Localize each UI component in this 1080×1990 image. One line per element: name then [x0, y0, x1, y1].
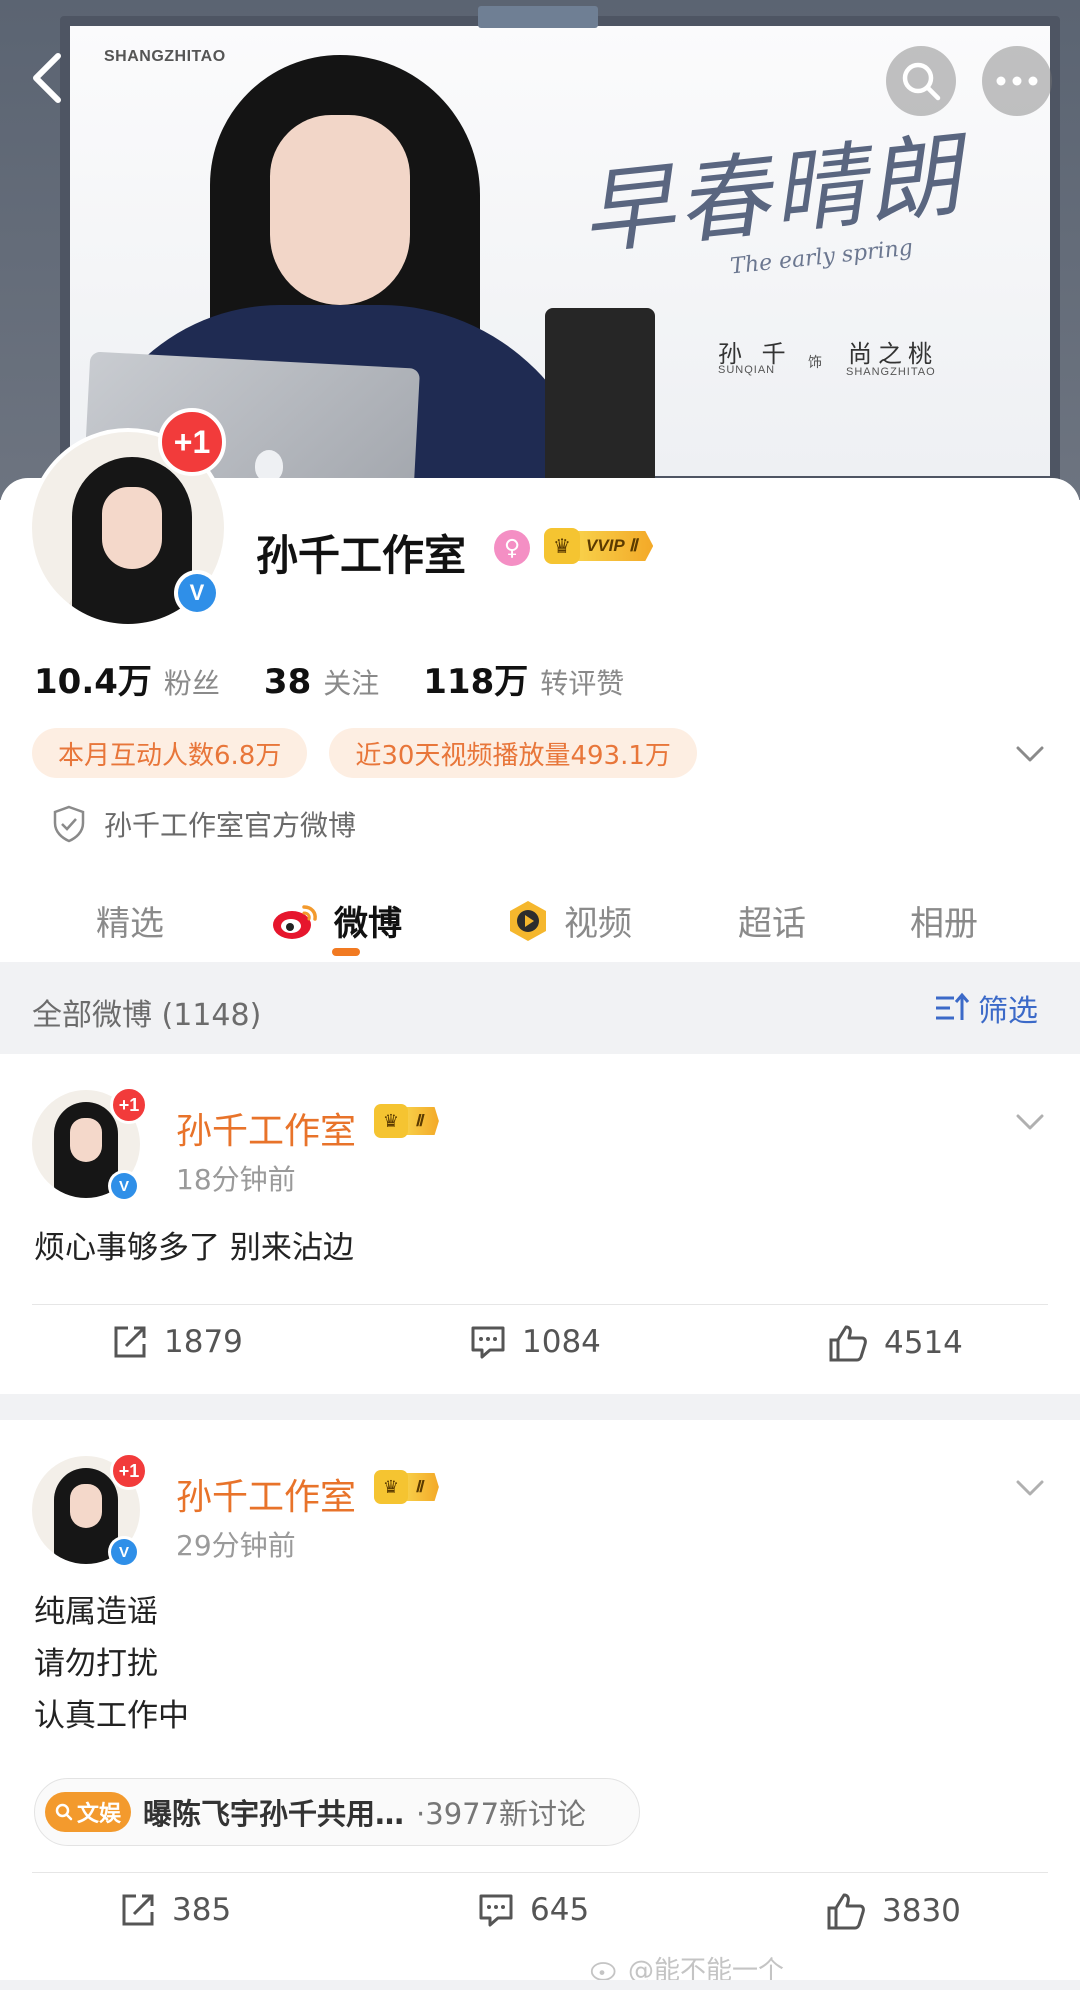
- topic-category-tag: 文娱: [45, 1792, 132, 1832]
- all-posts-count: 全部微博 (1148): [32, 998, 262, 1033]
- comment-icon: [479, 1894, 513, 1927]
- verified-v-icon: V: [111, 1173, 137, 1199]
- shield-icon: [53, 805, 85, 843]
- post-text: 纯属造谣 请勿打扰 认真工作中: [34, 1594, 189, 1734]
- post-vip-level: Ⅱ: [403, 1107, 439, 1135]
- tab-weibo[interactable]: 微博: [270, 896, 402, 945]
- repost-button[interactable]: 385: [120, 1892, 231, 1928]
- chevron-down-icon: [1016, 1480, 1044, 1496]
- post-actions: 1879 1084 4514: [0, 1304, 1080, 1394]
- monthly-interaction-chip[interactable]: 本月互动人数6.8万: [32, 728, 308, 778]
- post-author-name[interactable]: 孙千工作室: [176, 1102, 356, 1154]
- search-icon: [902, 62, 941, 101]
- filter-button[interactable]: 筛选: [934, 986, 1038, 1030]
- like-button[interactable]: 4514: [828, 1324, 963, 1362]
- board-clip: [478, 6, 598, 28]
- post-text: 烦心事够多了 别来沾边: [34, 1230, 354, 1266]
- post-separator: [0, 1394, 1080, 1420]
- vvip-badge[interactable]: ♛ VVIP Ⅱ: [544, 528, 654, 564]
- post-vip-level: Ⅱ: [403, 1473, 439, 1501]
- topic-title: 曝陈飞宇孙千共用…: [143, 1797, 405, 1831]
- post-verified-badge: V: [108, 1536, 140, 1568]
- official-text: 孙千工作室官方微博: [104, 809, 357, 842]
- expand-profile-button[interactable]: [1012, 736, 1048, 772]
- topic-discussion-count: ·3977新讨论: [416, 1797, 587, 1831]
- video-plays-chip[interactable]: 近30天视频播放量493.1万: [329, 728, 697, 778]
- stat-followers[interactable]: 10.4万 粉丝: [34, 654, 220, 703]
- post-time: 29分钟前: [176, 1529, 296, 1562]
- role-pinyin: SHANGZHITAO: [846, 366, 936, 378]
- official-verification: 孙千工作室官方微博: [52, 804, 356, 844]
- chevron-left-icon: [33, 53, 61, 103]
- weibo-logo-icon: [590, 1961, 616, 1981]
- more-dots-icon: [996, 76, 1038, 86]
- stat-following[interactable]: 38 关注: [264, 662, 379, 702]
- post-menu-button[interactable]: [1012, 1470, 1048, 1506]
- banner-chair: [545, 308, 655, 488]
- weibo-logo-icon: [273, 904, 317, 939]
- profile-stats: 10.4万 粉丝 38 关注 118万 转评赞: [34, 654, 624, 703]
- post-author-name[interactable]: 孙千工作室: [176, 1468, 356, 1520]
- topic-link[interactable]: 文娱 曝陈飞宇孙千共用… ·3977新讨论: [34, 1778, 640, 1846]
- post-vip-badge: ♛ Ⅱ: [374, 1470, 439, 1504]
- profile-card: +1 V 孙千工作室 ♀ ♛ VVIP Ⅱ 10.4万 粉丝 38 关注 118万转…: [0, 408, 1080, 962]
- back-button[interactable]: [18, 50, 74, 106]
- role-marker: 饰: [808, 355, 822, 371]
- chevron-down-icon: [1016, 746, 1044, 762]
- post-menu-button[interactable]: [1012, 1104, 1048, 1140]
- role-name: 尚之桃: [848, 340, 938, 368]
- comment-button[interactable]: 645: [478, 1892, 589, 1928]
- search-button[interactable]: [886, 46, 956, 116]
- chevron-down-icon: [1016, 1114, 1044, 1130]
- post-vip-badge: ♛ Ⅱ: [374, 1104, 439, 1138]
- tab-video[interactable]: 视频: [506, 896, 632, 945]
- repost-button[interactable]: 1879: [112, 1324, 243, 1360]
- thumbs-up-icon: [827, 1893, 865, 1930]
- post-avatar-badge: +1: [110, 1452, 148, 1490]
- crown-icon: ♛: [374, 1104, 408, 1138]
- active-tab-indicator: [332, 948, 360, 956]
- avatar-plus-badge[interactable]: +1: [158, 408, 226, 476]
- stat-interactions[interactable]: 118万 转评赞: [423, 654, 624, 703]
- post-filter-bar: 全部微博 (1148) 筛选: [0, 962, 1080, 1054]
- post-time: 18分钟前: [176, 1163, 296, 1196]
- repost-icon: [114, 1326, 146, 1358]
- tab-album[interactable]: 相册: [910, 896, 978, 945]
- verified-v-icon: V: [178, 574, 216, 612]
- search-icon: [55, 1803, 73, 1821]
- verified-badge: V: [174, 570, 220, 616]
- female-gender-icon: ♀: [494, 530, 530, 566]
- tab-super-topic[interactable]: 超话: [738, 896, 806, 945]
- more-options-button[interactable]: [982, 46, 1052, 116]
- post-card[interactable]: +1 V 孙千工作室 ♛ Ⅱ 29分钟前 纯属造谣 请勿打扰 认真工作中 文娱 …: [0, 1420, 1080, 1980]
- post-actions: 385 645 3830: [0, 1872, 1080, 1962]
- profile-chips: 本月互动人数6.8万 近30天视频播放量493.1万: [32, 728, 697, 778]
- crown-icon: ♛: [544, 528, 580, 564]
- comment-button[interactable]: 1084: [470, 1324, 601, 1360]
- post-card[interactable]: +1 V 孙千工作室 ♛ Ⅱ 18分钟前 烦心事够多了 别来沾边 1879 10…: [0, 1054, 1080, 1394]
- thumbs-up-icon: [829, 1325, 867, 1362]
- profile-name: 孙千工作室: [256, 531, 467, 580]
- comment-icon: [471, 1326, 505, 1359]
- verified-v-icon: V: [111, 1539, 137, 1565]
- post-verified-badge: V: [108, 1170, 140, 1202]
- repost-icon: [122, 1894, 154, 1926]
- profile-tabs: 精选 微博 视频 超话 相册: [0, 876, 1080, 962]
- post-avatar-badge: +1: [110, 1086, 148, 1124]
- tab-featured[interactable]: 精选: [96, 896, 164, 945]
- crown-icon: ♛: [374, 1470, 408, 1504]
- like-button[interactable]: 3830: [826, 1892, 961, 1930]
- bottom-separator: [0, 1980, 1080, 1990]
- actor-pinyin: SUNQIAN: [718, 364, 776, 376]
- video-play-icon: [510, 900, 546, 941]
- filter-sort-icon: [936, 992, 970, 1020]
- vvip-label: VVIP Ⅱ: [574, 531, 654, 561]
